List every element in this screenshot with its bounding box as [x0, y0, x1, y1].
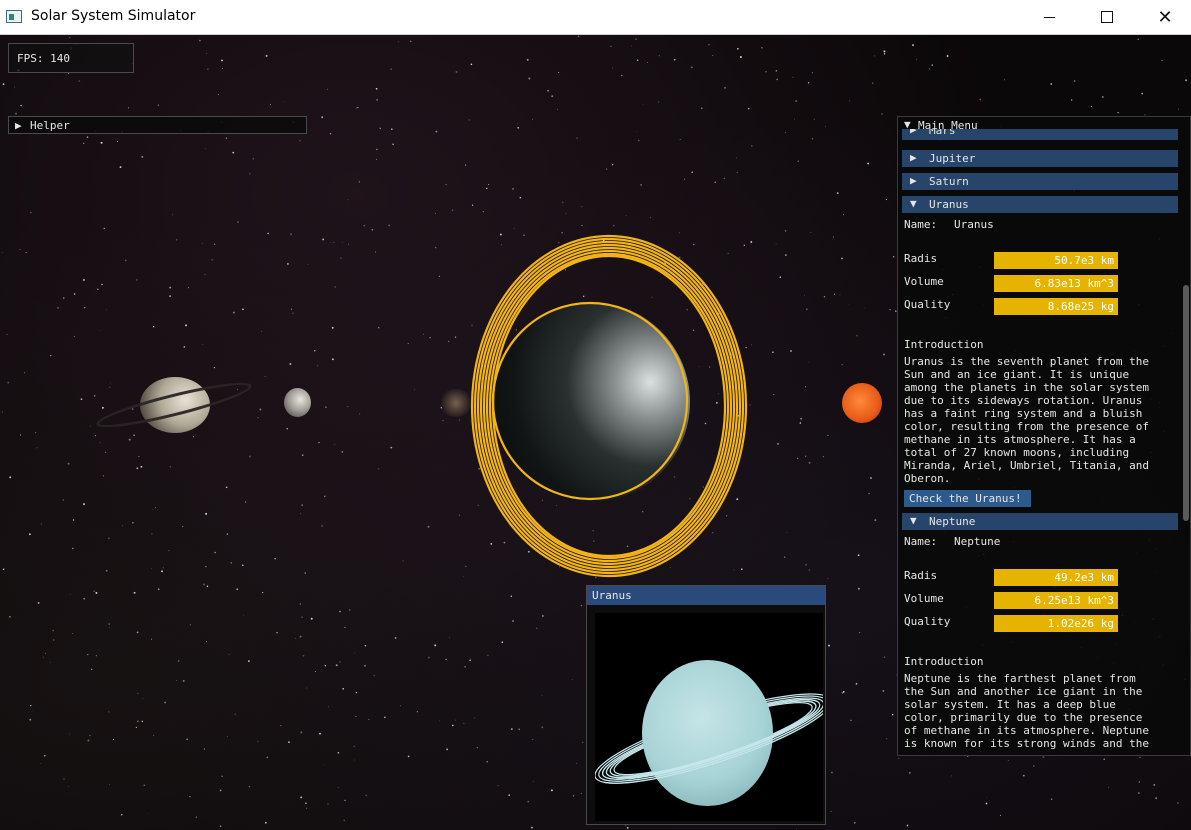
orbit-ring	[491, 254, 727, 558]
menu-header-label: Jupiter	[929, 152, 976, 165]
orbit-ring	[473, 237, 745, 575]
introduction-heading: Introduction	[904, 655, 984, 668]
uranus-preview-window[interactable]: Uranus	[586, 585, 826, 825]
app-icon	[6, 10, 22, 23]
quality-label: Quality	[904, 298, 951, 311]
introduction-text: Neptune is the farthest planet from the …	[904, 672, 1150, 750]
maximize-button[interactable]	[1078, 0, 1136, 34]
quality-value[interactable]: 1.02e26 kg	[994, 615, 1118, 632]
radis-value[interactable]: 49.2e3 km	[994, 569, 1118, 586]
uranus-ring-front	[598, 697, 823, 784]
quality-value[interactable]: 8.68e25 kg	[994, 298, 1118, 315]
volume-label: Volume	[904, 592, 944, 605]
check-uranus-button[interactable]: Check the Uranus!	[904, 490, 1031, 507]
minimize-button[interactable]	[1020, 0, 1078, 34]
menu-header-neptune[interactable]: ▼ Neptune	[902, 513, 1178, 530]
menu-header-jupiter[interactable]: ▶ Jupiter	[902, 150, 1178, 167]
minimize-icon	[1043, 16, 1055, 18]
volume-value[interactable]: 6.25e13 km^3	[994, 592, 1118, 609]
volume-value[interactable]: 6.83e13 km^3	[994, 275, 1118, 292]
menu-header-label: Neptune	[929, 515, 976, 528]
radis-label: Radis	[904, 569, 938, 582]
expand-arrow-icon: ▶	[910, 151, 917, 164]
quality-label: Quality	[904, 615, 951, 628]
introduction-heading: Introduction	[904, 338, 984, 351]
orbit-ring-inner	[491, 301, 689, 501]
orbit-ring	[470, 234, 748, 578]
name-label: Name:	[904, 218, 938, 231]
name-value: Neptune	[954, 535, 1001, 548]
name-label: Name:	[904, 535, 938, 548]
menu-header-saturn[interactable]: ▶ Saturn	[902, 173, 1178, 190]
menu-header-uranus[interactable]: ▼ Uranus	[902, 196, 1178, 213]
orbit-ring	[476, 240, 742, 572]
main-menu-scrollbar[interactable]	[1183, 285, 1189, 521]
expand-arrow-icon: ▶	[910, 129, 917, 136]
menu-header-label: Uranus	[929, 198, 969, 211]
close-icon: ✕	[1157, 6, 1173, 28]
close-button[interactable]: ✕	[1136, 0, 1191, 34]
preview-viewport	[595, 613, 823, 821]
collapse-arrow-icon: ▼	[910, 514, 917, 527]
introduction-text: Uranus is the seventh planet from the Su…	[904, 355, 1150, 485]
orbit-ring	[485, 249, 733, 563]
orbit-ring	[479, 243, 739, 569]
name-value: Uranus	[954, 218, 994, 231]
collapse-arrow-icon: ▼	[910, 197, 917, 210]
radis-label: Radis	[904, 252, 938, 265]
menu-header-mars[interactable]: ▶ Mars	[902, 129, 1178, 140]
volume-label: Volume	[904, 275, 944, 288]
main-menu-panel[interactable]: ▼ Main Menu ▶ Mars ▶ Jupiter ▶ Saturn ▼ …	[897, 116, 1191, 756]
menu-header-label: Mars	[929, 129, 956, 137]
expand-arrow-icon: ▶	[910, 174, 917, 187]
window-title: Solar System Simulator	[31, 8, 196, 24]
preview-title: Uranus	[592, 589, 632, 602]
orbit-ring	[488, 252, 730, 560]
menu-header-label: Saturn	[929, 175, 969, 188]
maximize-icon	[1101, 11, 1113, 23]
preview-titlebar[interactable]: Uranus	[587, 586, 825, 605]
orbit-ring	[482, 246, 736, 566]
window-titlebar: Solar System Simulator ✕	[0, 0, 1191, 35]
radis-value[interactable]: 50.7e3 km	[994, 252, 1118, 269]
